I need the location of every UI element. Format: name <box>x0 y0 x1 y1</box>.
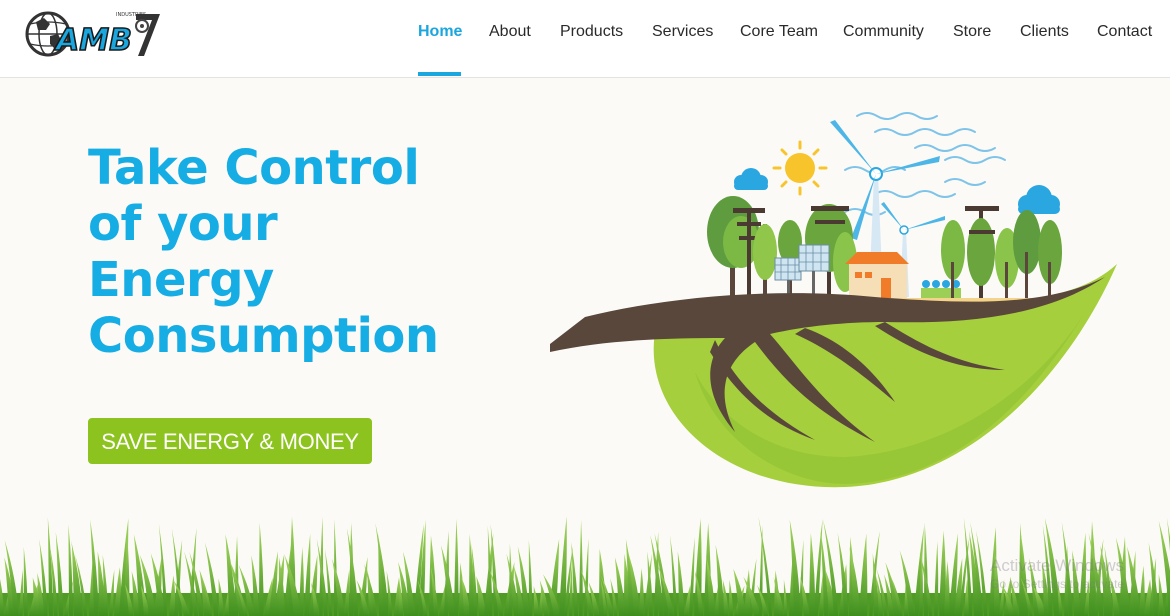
logo-tagline: INDUSTRIES <box>116 12 146 18</box>
nav-store[interactable]: Store <box>953 22 991 42</box>
grass-blade <box>19 569 24 616</box>
grass-blade <box>68 524 73 616</box>
grass-blade <box>0 578 5 616</box>
activate-windows-watermark: Activate Windows Go to Settings to activ… <box>990 556 1170 592</box>
nav-core-team[interactable]: Core Team <box>740 22 818 42</box>
grass-blade <box>579 519 583 616</box>
nav-clients[interactable]: Clients <box>1020 22 1069 42</box>
grass-blade <box>809 532 816 616</box>
grass-blade <box>639 568 644 616</box>
grass-blade <box>924 522 929 616</box>
hero-title-line-3: Energy <box>88 252 274 308</box>
cloud-icon <box>734 168 768 190</box>
nav-about[interactable]: About <box>489 22 531 42</box>
nav-services[interactable]: Services <box>652 22 713 42</box>
grass-blade <box>934 541 939 616</box>
flowers <box>921 280 961 298</box>
grass-blade <box>344 569 350 616</box>
active-nav-indicator <box>418 72 461 76</box>
save-energy-button[interactable]: SAVE ENERGY & MONEY <box>88 418 372 464</box>
grass-blade <box>528 539 533 616</box>
globe-logo-icon: AMB INDUSTRIES <box>25 11 160 59</box>
nav-contact[interactable]: Contact <box>1097 22 1152 42</box>
leaf-icon <box>550 264 1117 488</box>
tree-icon <box>707 196 857 298</box>
house-icon <box>845 252 909 300</box>
watermark-line-1: Activate Windows <box>990 556 1125 575</box>
hero-title-line-1: Take Control <box>88 140 420 196</box>
nav-home[interactable]: Home <box>418 22 462 42</box>
site-header: AMB INDUSTRIES Home About Products Servi… <box>0 0 1170 78</box>
hero-title-line-2: of your <box>88 196 278 252</box>
watermark-line-2: Go to Settings to activate <box>990 577 1125 591</box>
eco-leaf-illustration <box>550 112 1117 488</box>
grass-blade <box>23 546 28 616</box>
amb-logo[interactable]: AMB INDUSTRIES <box>24 8 164 60</box>
grass-blade <box>259 522 264 616</box>
nav-products[interactable]: Products <box>560 22 623 42</box>
sun-icon <box>772 140 828 196</box>
cloud-icon-right <box>1018 185 1060 214</box>
hero-title-line-4: Consumption <box>88 308 439 364</box>
hero-title: Take Control of your Energy Consumption <box>88 140 508 364</box>
grass-blade <box>304 533 311 616</box>
logo-text: AMB <box>54 23 132 58</box>
nav-community[interactable]: Community <box>843 22 924 42</box>
grass-blade <box>454 518 459 616</box>
grass-blade <box>299 547 304 616</box>
